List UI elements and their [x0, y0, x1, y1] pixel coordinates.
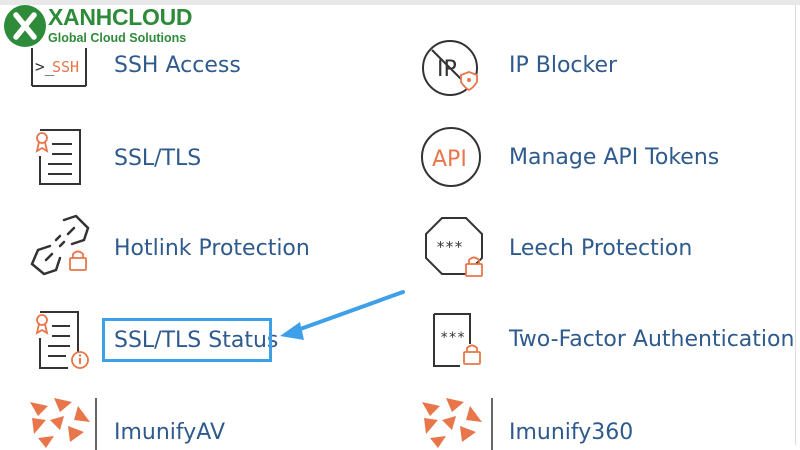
logo-name: XANHCLOUD: [48, 4, 193, 30]
tool-hotlink-protection[interactable]: Hotlink Protection: [28, 212, 318, 278]
tool-ssl-tls[interactable]: SSL/TLS: [30, 124, 230, 188]
tool-label: Hotlink Protection: [114, 236, 310, 261]
certificate-info-icon: [35, 311, 89, 369]
imunify-icon: [30, 398, 97, 450]
two-factor-lock-icon: ***: [433, 313, 481, 367]
tool-two-factor-authentication[interactable]: *** Two-Factor Authentication: [430, 310, 794, 370]
tool-imunifyav[interactable]: ImunifyAV: [24, 396, 234, 450]
tool-label: Imunify360: [509, 420, 634, 445]
tool-leech-protection[interactable]: *** Leech Protection: [422, 214, 702, 278]
tool-manage-api-tokens[interactable]: API Manage API Tokens: [420, 126, 720, 188]
password-lock-icon: ***: [425, 217, 483, 277]
svg-text:SSH: SSH: [52, 58, 79, 76]
broken-link-lock-icon: [30, 214, 90, 276]
svg-text:***: ***: [436, 238, 463, 256]
logo-tagline: Global Cloud Solutions: [48, 31, 187, 45]
tool-ssh-access[interactable]: >_ SSH SSH Access: [28, 44, 258, 90]
tool-label: Two-Factor Authentication: [509, 327, 795, 352]
ssh-terminal-icon: >_ SSH: [31, 48, 87, 87]
tool-imunify360[interactable]: Imunify360: [416, 396, 646, 450]
tool-label: Manage API Tokens: [509, 145, 720, 170]
tool-label: SSH Access: [114, 53, 241, 78]
ip-blocker-icon: IP: [422, 40, 478, 96]
certificate-icon: [35, 129, 81, 185]
svg-text:API: API: [432, 147, 467, 172]
svg-text:***: ***: [440, 330, 465, 346]
tool-label: Leech Protection: [509, 236, 693, 261]
tool-label: IP Blocker: [509, 53, 618, 78]
right-divider: [795, 5, 796, 445]
tool-label: SSL/TLS: [114, 146, 202, 171]
api-icon: API: [421, 127, 481, 187]
logo-badge-icon: [4, 5, 46, 47]
pointer-arrow-icon: [280, 290, 405, 340]
svg-text:IP: IP: [437, 57, 457, 82]
imunify-icon: [422, 398, 493, 450]
tool-label: ImunifyAV: [114, 420, 225, 445]
highlight-box: [102, 318, 272, 362]
tool-ip-blocker[interactable]: IP IP Blocker: [420, 38, 660, 98]
